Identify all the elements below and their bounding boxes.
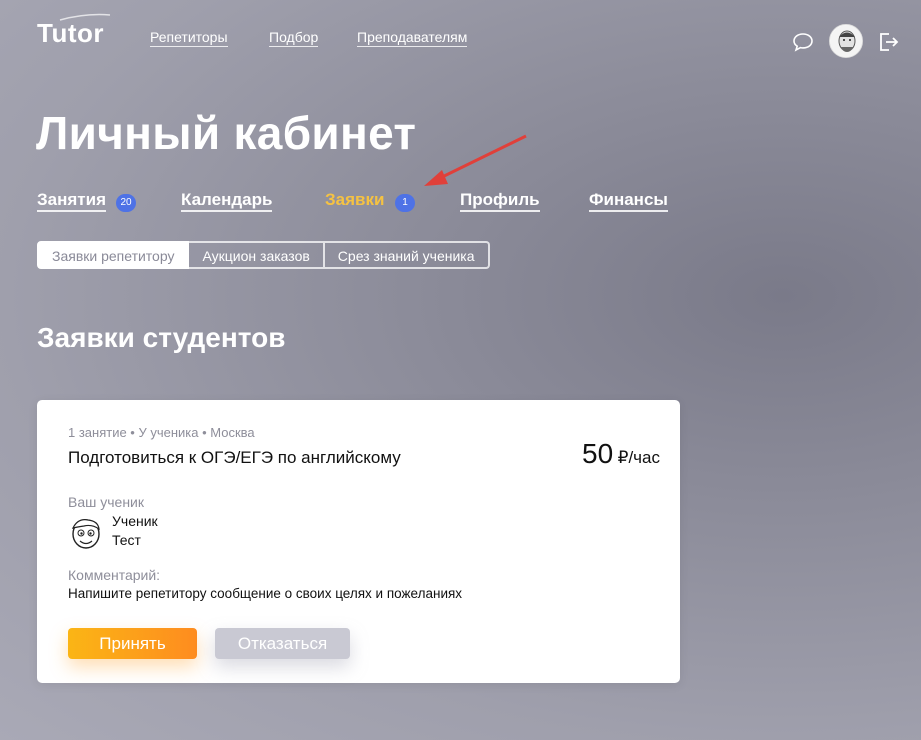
logout-icon[interactable] — [877, 31, 899, 53]
user-avatar[interactable] — [829, 24, 863, 58]
lessons-count-badge: 20 — [116, 194, 136, 212]
request-price: 50 ₽/час — [582, 438, 660, 470]
chat-icon[interactable] — [792, 32, 814, 52]
subtab-order-auction[interactable]: Аукцион заказов — [189, 241, 325, 269]
tab-calendar[interactable]: Календарь — [181, 190, 273, 212]
request-card: 1 занятие • У ученика • Москва Подготови… — [37, 400, 680, 683]
price-unit: ₽/час — [617, 448, 660, 467]
student-last-name: Тест — [112, 532, 141, 548]
accept-button[interactable]: Принять — [68, 628, 197, 659]
subtabs: Заявки репетитору Аукцион заказов Срез з… — [37, 241, 490, 269]
comment-label: Комментарий: — [68, 567, 161, 583]
subtab-tutor-requests[interactable]: Заявки репетитору — [37, 241, 190, 269]
annotation-arrow-icon — [424, 134, 527, 186]
avatar-portrait-icon — [830, 25, 862, 57]
logo-swoosh-icon — [59, 13, 111, 21]
nav-link-tutors[interactable]: Репетиторы — [150, 29, 228, 47]
comment-text: Напишите репетитору сообщение о своих це… — [68, 586, 463, 601]
tab-finances[interactable]: Финансы — [589, 190, 668, 212]
nav-link-for-teachers[interactable]: Преподавателям — [357, 29, 468, 47]
student-first-name: Ученик — [112, 513, 158, 529]
tab-lessons[interactable]: Занятия — [37, 190, 106, 212]
request-meta: 1 занятие • У ученика • Москва — [68, 425, 255, 440]
student-label: Ваш ученик — [68, 494, 145, 510]
subtab-knowledge-check[interactable]: Срез знаний ученика — [324, 241, 490, 269]
section-title: Заявки студентов — [37, 322, 286, 353]
student-avatar-icon — [71, 519, 100, 549]
logo[interactable]: Tutor — [37, 18, 104, 49]
decline-button[interactable]: Отказаться — [215, 628, 350, 659]
header: Tutor Репетиторы Подбор Преподавателям — [0, 0, 921, 80]
price-value: 50 — [582, 438, 614, 469]
request-title: Подготовиться к ОГЭ/ЕГЭ по английскому — [68, 448, 401, 467]
tab-requests[interactable]: Заявки — [325, 190, 384, 210]
nav-link-selection[interactable]: Подбор — [269, 29, 319, 47]
tab-profile[interactable]: Профиль — [460, 190, 540, 212]
page-title: Личный кабинет — [36, 107, 417, 159]
requests-count-badge: 1 — [395, 194, 415, 212]
